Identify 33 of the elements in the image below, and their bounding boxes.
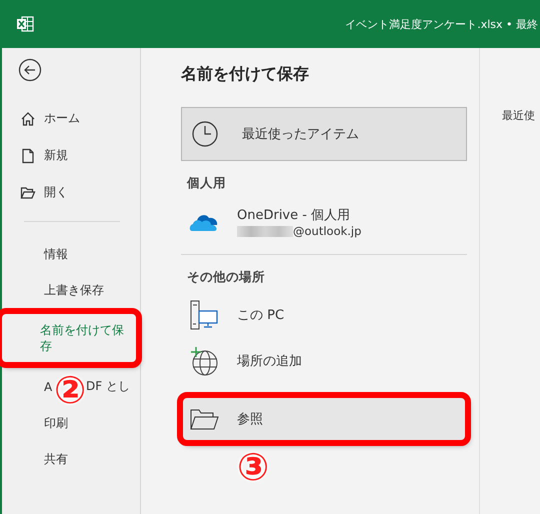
cloud-icon bbox=[189, 212, 219, 232]
location-item[interactable]: 場所の追加 bbox=[181, 338, 467, 384]
redaction-mark bbox=[237, 226, 293, 236]
home-icon bbox=[20, 110, 36, 126]
folder-icon bbox=[189, 407, 219, 431]
computer-icon bbox=[189, 300, 219, 330]
recent-items-button[interactable]: 最近使ったアイテム bbox=[181, 107, 467, 161]
location-item[interactable]: OneDrive - 個人用 @outlook.jp bbox=[181, 198, 467, 246]
globe-plus-icon bbox=[189, 346, 219, 376]
location-label: OneDrive - 個人用 bbox=[237, 207, 352, 224]
section-heading: 個人用 bbox=[186, 174, 227, 192]
document-icon bbox=[20, 148, 36, 164]
menu-item[interactable]: ホーム bbox=[2, 100, 140, 137]
page-title: 名前を付けて保存 bbox=[181, 64, 310, 85]
location-label: 場所の追加 bbox=[237, 353, 302, 370]
step-number: ③ bbox=[237, 448, 270, 486]
spreadsheet-icon bbox=[16, 16, 34, 32]
clock-icon bbox=[192, 121, 218, 147]
panel-heading: 最近使 bbox=[502, 109, 535, 122]
location-item[interactable]: この PC bbox=[181, 292, 467, 338]
menu-item[interactable]: 上書き保存 bbox=[2, 272, 140, 308]
window-title: イベント満足度アンケート.xlsx • 最終 bbox=[345, 16, 538, 32]
account-email: @outlook.jp bbox=[237, 224, 362, 238]
location-label: 参照 bbox=[237, 411, 263, 428]
folder-icon bbox=[20, 184, 36, 200]
location-item[interactable]: 参照 bbox=[181, 396, 467, 442]
menu-item[interactable]: 情報 bbox=[2, 236, 140, 272]
location-label: この PC bbox=[237, 307, 284, 324]
menu-item[interactable]: 開く bbox=[2, 174, 140, 211]
menu-item[interactable]: 新規 bbox=[2, 137, 140, 174]
menu-item[interactable]: 共有 bbox=[2, 441, 140, 477]
back-button[interactable] bbox=[18, 58, 42, 82]
section-heading: その他の場所 bbox=[186, 268, 266, 286]
